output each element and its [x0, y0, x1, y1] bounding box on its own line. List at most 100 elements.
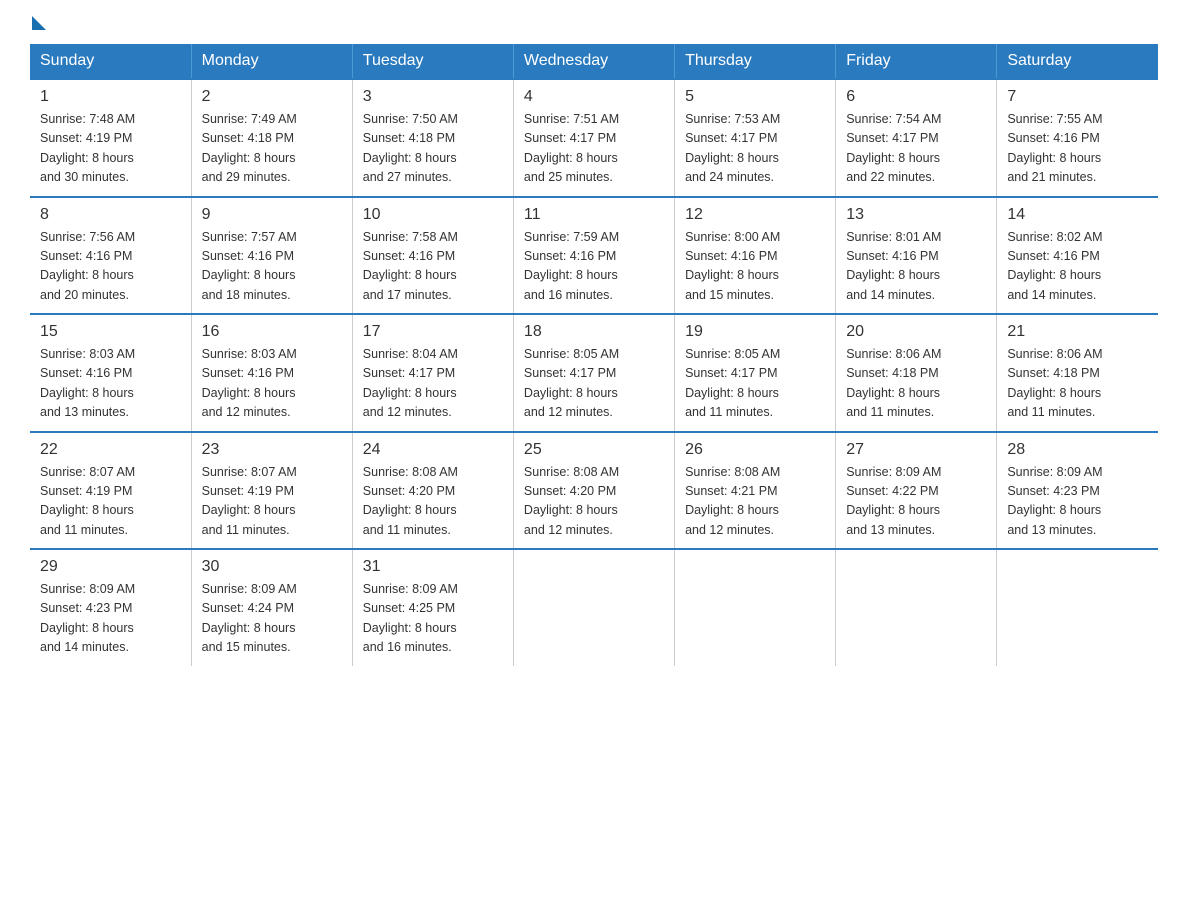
- day-number: 25: [524, 441, 664, 459]
- day-number: 31: [363, 558, 503, 576]
- day-info: Sunrise: 8:04 AMSunset: 4:17 PMDaylight:…: [363, 345, 503, 423]
- calendar-day-cell: 22 Sunrise: 8:07 AMSunset: 4:19 PMDaylig…: [30, 432, 191, 550]
- calendar-day-cell: 26 Sunrise: 8:08 AMSunset: 4:21 PMDaylig…: [675, 432, 836, 550]
- day-info: Sunrise: 8:08 AMSunset: 4:20 PMDaylight:…: [524, 463, 664, 541]
- calendar-day-cell: 1 Sunrise: 7:48 AMSunset: 4:19 PMDayligh…: [30, 79, 191, 197]
- day-number: 10: [363, 206, 503, 224]
- day-number: 7: [1007, 88, 1148, 106]
- calendar-day-cell: 17 Sunrise: 8:04 AMSunset: 4:17 PMDaylig…: [352, 314, 513, 432]
- calendar-day-cell: 6 Sunrise: 7:54 AMSunset: 4:17 PMDayligh…: [836, 79, 997, 197]
- day-info: Sunrise: 8:07 AMSunset: 4:19 PMDaylight:…: [202, 463, 342, 541]
- calendar-day-cell: 14 Sunrise: 8:02 AMSunset: 4:16 PMDaylig…: [997, 197, 1158, 315]
- day-number: 15: [40, 323, 181, 341]
- calendar-day-cell: 24 Sunrise: 8:08 AMSunset: 4:20 PMDaylig…: [352, 432, 513, 550]
- calendar-week-row: 22 Sunrise: 8:07 AMSunset: 4:19 PMDaylig…: [30, 432, 1158, 550]
- logo-arrow-icon: [32, 16, 46, 30]
- day-number: 29: [40, 558, 181, 576]
- day-info: Sunrise: 8:07 AMSunset: 4:19 PMDaylight:…: [40, 463, 181, 541]
- calendar-week-row: 29 Sunrise: 8:09 AMSunset: 4:23 PMDaylig…: [30, 549, 1158, 666]
- calendar-day-cell: 19 Sunrise: 8:05 AMSunset: 4:17 PMDaylig…: [675, 314, 836, 432]
- day-number: 24: [363, 441, 503, 459]
- day-info: Sunrise: 8:09 AMSunset: 4:22 PMDaylight:…: [846, 463, 986, 541]
- calendar-day-cell: [513, 549, 674, 666]
- day-number: 27: [846, 441, 986, 459]
- calendar-day-cell: [675, 549, 836, 666]
- calendar-day-cell: 12 Sunrise: 8:00 AMSunset: 4:16 PMDaylig…: [675, 197, 836, 315]
- calendar-day-cell: 23 Sunrise: 8:07 AMSunset: 4:19 PMDaylig…: [191, 432, 352, 550]
- calendar-day-cell: 28 Sunrise: 8:09 AMSunset: 4:23 PMDaylig…: [997, 432, 1158, 550]
- day-number: 22: [40, 441, 181, 459]
- day-info: Sunrise: 7:58 AMSunset: 4:16 PMDaylight:…: [363, 228, 503, 306]
- day-info: Sunrise: 8:09 AMSunset: 4:23 PMDaylight:…: [1007, 463, 1148, 541]
- day-info: Sunrise: 8:03 AMSunset: 4:16 PMDaylight:…: [40, 345, 181, 423]
- day-info: Sunrise: 8:01 AMSunset: 4:16 PMDaylight:…: [846, 228, 986, 306]
- day-number: 6: [846, 88, 986, 106]
- day-of-week-header: Monday: [191, 44, 352, 79]
- day-info: Sunrise: 7:50 AMSunset: 4:18 PMDaylight:…: [363, 110, 503, 188]
- day-number: 14: [1007, 206, 1148, 224]
- calendar-week-row: 15 Sunrise: 8:03 AMSunset: 4:16 PMDaylig…: [30, 314, 1158, 432]
- calendar-day-cell: 11 Sunrise: 7:59 AMSunset: 4:16 PMDaylig…: [513, 197, 674, 315]
- calendar-day-cell: 4 Sunrise: 7:51 AMSunset: 4:17 PMDayligh…: [513, 79, 674, 197]
- day-of-week-header: Saturday: [997, 44, 1158, 79]
- calendar-week-row: 8 Sunrise: 7:56 AMSunset: 4:16 PMDayligh…: [30, 197, 1158, 315]
- calendar-day-cell: 20 Sunrise: 8:06 AMSunset: 4:18 PMDaylig…: [836, 314, 997, 432]
- day-number: 1: [40, 88, 181, 106]
- calendar-day-cell: 15 Sunrise: 8:03 AMSunset: 4:16 PMDaylig…: [30, 314, 191, 432]
- day-number: 23: [202, 441, 342, 459]
- day-number: 20: [846, 323, 986, 341]
- day-info: Sunrise: 7:48 AMSunset: 4:19 PMDaylight:…: [40, 110, 181, 188]
- day-number: 19: [685, 323, 825, 341]
- day-info: Sunrise: 7:55 AMSunset: 4:16 PMDaylight:…: [1007, 110, 1148, 188]
- day-of-week-header: Wednesday: [513, 44, 674, 79]
- day-info: Sunrise: 8:09 AMSunset: 4:25 PMDaylight:…: [363, 580, 503, 658]
- day-number: 3: [363, 88, 503, 106]
- day-info: Sunrise: 7:54 AMSunset: 4:17 PMDaylight:…: [846, 110, 986, 188]
- calendar-table: SundayMondayTuesdayWednesdayThursdayFrid…: [30, 44, 1158, 666]
- day-info: Sunrise: 8:09 AMSunset: 4:23 PMDaylight:…: [40, 580, 181, 658]
- day-number: 26: [685, 441, 825, 459]
- day-info: Sunrise: 8:09 AMSunset: 4:24 PMDaylight:…: [202, 580, 342, 658]
- day-number: 18: [524, 323, 664, 341]
- day-number: 28: [1007, 441, 1148, 459]
- day-number: 4: [524, 88, 664, 106]
- calendar-day-cell: [836, 549, 997, 666]
- calendar-body: 1 Sunrise: 7:48 AMSunset: 4:19 PMDayligh…: [30, 79, 1158, 666]
- calendar-day-cell: 9 Sunrise: 7:57 AMSunset: 4:16 PMDayligh…: [191, 197, 352, 315]
- day-info: Sunrise: 8:06 AMSunset: 4:18 PMDaylight:…: [846, 345, 986, 423]
- page-header: [30, 20, 1158, 24]
- day-number: 5: [685, 88, 825, 106]
- day-of-week-header: Thursday: [675, 44, 836, 79]
- day-info: Sunrise: 7:53 AMSunset: 4:17 PMDaylight:…: [685, 110, 825, 188]
- calendar-day-cell: 16 Sunrise: 8:03 AMSunset: 4:16 PMDaylig…: [191, 314, 352, 432]
- calendar-day-cell: [997, 549, 1158, 666]
- day-info: Sunrise: 8:06 AMSunset: 4:18 PMDaylight:…: [1007, 345, 1148, 423]
- day-info: Sunrise: 8:05 AMSunset: 4:17 PMDaylight:…: [524, 345, 664, 423]
- calendar-day-cell: 25 Sunrise: 8:08 AMSunset: 4:20 PMDaylig…: [513, 432, 674, 550]
- day-info: Sunrise: 7:56 AMSunset: 4:16 PMDaylight:…: [40, 228, 181, 306]
- calendar-day-cell: 10 Sunrise: 7:58 AMSunset: 4:16 PMDaylig…: [352, 197, 513, 315]
- calendar-day-cell: 29 Sunrise: 8:09 AMSunset: 4:23 PMDaylig…: [30, 549, 191, 666]
- day-info: Sunrise: 7:57 AMSunset: 4:16 PMDaylight:…: [202, 228, 342, 306]
- day-info: Sunrise: 8:08 AMSunset: 4:20 PMDaylight:…: [363, 463, 503, 541]
- day-info: Sunrise: 8:02 AMSunset: 4:16 PMDaylight:…: [1007, 228, 1148, 306]
- day-number: 13: [846, 206, 986, 224]
- day-number: 8: [40, 206, 181, 224]
- calendar-day-cell: 7 Sunrise: 7:55 AMSunset: 4:16 PMDayligh…: [997, 79, 1158, 197]
- days-of-week-row: SundayMondayTuesdayWednesdayThursdayFrid…: [30, 44, 1158, 79]
- day-number: 12: [685, 206, 825, 224]
- day-number: 2: [202, 88, 342, 106]
- calendar-day-cell: 30 Sunrise: 8:09 AMSunset: 4:24 PMDaylig…: [191, 549, 352, 666]
- calendar-day-cell: 18 Sunrise: 8:05 AMSunset: 4:17 PMDaylig…: [513, 314, 674, 432]
- day-info: Sunrise: 7:49 AMSunset: 4:18 PMDaylight:…: [202, 110, 342, 188]
- calendar-day-cell: 8 Sunrise: 7:56 AMSunset: 4:16 PMDayligh…: [30, 197, 191, 315]
- day-info: Sunrise: 8:08 AMSunset: 4:21 PMDaylight:…: [685, 463, 825, 541]
- logo: [30, 20, 46, 24]
- day-number: 9: [202, 206, 342, 224]
- calendar-header: SundayMondayTuesdayWednesdayThursdayFrid…: [30, 44, 1158, 79]
- day-of-week-header: Sunday: [30, 44, 191, 79]
- calendar-day-cell: 5 Sunrise: 7:53 AMSunset: 4:17 PMDayligh…: [675, 79, 836, 197]
- day-number: 11: [524, 206, 664, 224]
- day-info: Sunrise: 8:03 AMSunset: 4:16 PMDaylight:…: [202, 345, 342, 423]
- day-info: Sunrise: 8:00 AMSunset: 4:16 PMDaylight:…: [685, 228, 825, 306]
